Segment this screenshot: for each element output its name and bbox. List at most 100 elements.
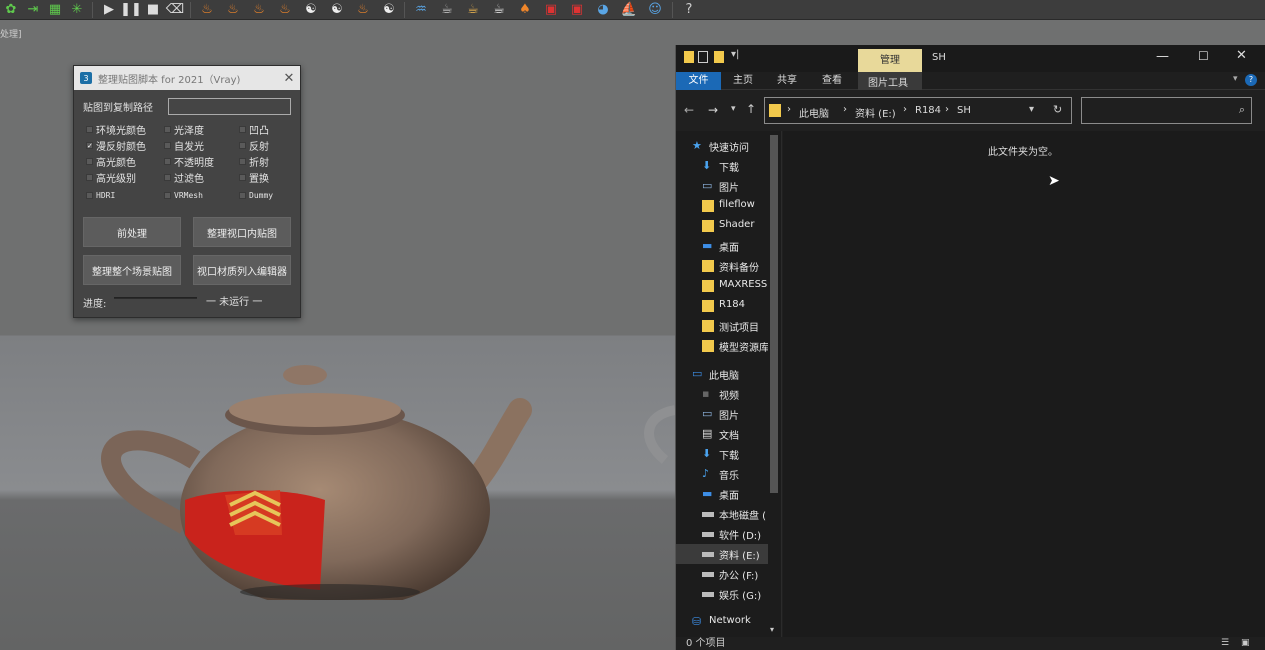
trash-icon[interactable]: ⌫ (164, 0, 186, 20)
preprocess-button[interactable]: 前处理 (83, 217, 181, 247)
nav-item[interactable]: 软件 (D:) (676, 524, 768, 544)
nav-item[interactable]: 办公 (F:) (676, 564, 768, 584)
checkbox-box[interactable] (86, 192, 93, 199)
nav-item[interactable]: ⬇ 下载 (676, 444, 768, 464)
checkbox-box[interactable] (239, 174, 246, 181)
checkbox-opacity[interactable]: 不透明度 (164, 154, 214, 169)
nav-item[interactable]: ▤ 文档 (676, 424, 768, 444)
checkbox-box[interactable] (86, 126, 93, 133)
flame-icon[interactable]: ♨ (248, 0, 270, 20)
teapot-icon[interactable]: ☕ (436, 0, 458, 20)
organize-scene-maps-button[interactable]: 整理整个场景贴图 (83, 255, 181, 285)
path-input[interactable] (168, 98, 291, 115)
quick-access-dropdown-icon[interactable]: ▾| (731, 49, 739, 60)
breadcrumb-r184[interactable]: R184 (915, 105, 941, 116)
expand-ribbon-icon[interactable]: ▾ (1233, 74, 1238, 84)
file-list[interactable]: 此文件夹为空。 ➤ (783, 131, 1265, 637)
tab-picture-tools[interactable]: 图片工具 (858, 72, 922, 90)
nav-item[interactable]: ▬ 桌面 (676, 236, 768, 256)
flame-icon[interactable]: ♨ (196, 0, 218, 20)
nav-item[interactable]: ▭ 图片 (676, 404, 768, 424)
nav-item[interactable]: ♪ 音乐 (676, 464, 768, 484)
nav-item[interactable]: 测试项目 (676, 316, 768, 336)
tab-manage[interactable]: 管理 (858, 49, 922, 72)
checkbox-refraction[interactable]: 折射 (239, 154, 269, 169)
checkbox-vrmesh[interactable]: VRMesh (164, 191, 203, 200)
swirl-icon[interactable]: ☯ (378, 0, 400, 20)
checkbox-box[interactable] (164, 142, 171, 149)
swirl-icon[interactable]: ☯ (326, 0, 348, 20)
viewport-materials-to-editor-button[interactable]: 视口材质列入编辑器 (193, 255, 291, 285)
new-folder-icon[interactable] (714, 51, 724, 63)
checkbox-hdri[interactable]: HDRI (86, 191, 115, 200)
checkbox-box[interactable] (239, 142, 246, 149)
properties-icon[interactable] (698, 51, 708, 63)
checkbox-dummy[interactable]: Dummy (239, 191, 273, 200)
nav-item[interactable]: 模型资源库 (676, 336, 768, 356)
help-icon[interactable]: ? (1245, 74, 1257, 86)
nav-item[interactable]: MAXRESS (676, 276, 768, 296)
move-icon[interactable]: ⇥ (22, 0, 44, 20)
nav-item[interactable]: 资料 (E:) (676, 544, 768, 564)
nav-item[interactable]: 本地磁盘 ( (676, 504, 768, 524)
refresh-icon[interactable]: ↻ (1053, 103, 1062, 116)
close-icon[interactable]: ✕ (278, 71, 300, 86)
chevron-down-icon[interactable]: ▾ (1029, 104, 1034, 115)
stop-icon[interactable]: ■ (142, 0, 164, 20)
search-input[interactable]: ⌕ (1081, 97, 1252, 124)
address-bar[interactable]: › 此电脑 › 资料 (E:) › R184 › SH ▾ ↻ (764, 97, 1072, 124)
nav-item[interactable]: ★ 快速访问 (676, 136, 768, 156)
checkbox-box[interactable] (239, 158, 246, 165)
checkbox-glossiness[interactable]: 光泽度 (164, 122, 204, 137)
water-icon[interactable]: ♒ (410, 0, 432, 20)
cup-icon[interactable]: ☕ (462, 0, 484, 20)
cup-icon[interactable]: ☕ (488, 0, 510, 20)
checkbox-box-checked[interactable]: ✓ (86, 142, 93, 150)
checkbox-ambient-color[interactable]: 环境光颜色 (86, 122, 146, 137)
checkbox-specular-color[interactable]: 高光颜色 (86, 154, 136, 169)
tab-view[interactable]: 查看 (813, 72, 851, 90)
help-icon[interactable]: ? (678, 0, 700, 20)
checkbox-diffuse-color[interactable]: ✓ 漫反射颜色 (86, 138, 146, 153)
face-icon[interactable]: ☺ (644, 0, 666, 20)
checkbox-bump[interactable]: 凹凸 (239, 122, 269, 137)
checkbox-displacement[interactable]: 置换 (239, 170, 269, 185)
back-icon[interactable]: ← (684, 103, 694, 117)
checkbox-reflection[interactable]: 反射 (239, 138, 269, 153)
nav-item[interactable]: ▪ 视频 (676, 384, 768, 404)
play-icon[interactable]: ▶ (98, 0, 120, 20)
checkbox-box[interactable] (239, 192, 246, 199)
nav-scrollbar[interactable] (770, 135, 778, 493)
burst-icon[interactable]: ✳ (66, 0, 88, 20)
checkbox-box[interactable] (164, 174, 171, 181)
details-view-icon[interactable]: ☰ (1221, 637, 1229, 650)
cube-icon[interactable]: ▣ (566, 0, 588, 20)
nav-item[interactable]: R184 (676, 296, 768, 316)
large-icons-view-icon[interactable]: ▣ (1241, 637, 1250, 650)
dialog-titlebar[interactable]: 3 整理贴图脚本 for 2021（Vray) ✕ (74, 66, 300, 90)
sphere-icon[interactable]: ◕ (592, 0, 614, 20)
checkbox-filter-color[interactable]: 过滤色 (164, 170, 204, 185)
swirl-icon[interactable]: ☯ (300, 0, 322, 20)
flame-icon[interactable]: ♨ (352, 0, 374, 20)
nav-item[interactable]: 娱乐 (G:) (676, 584, 768, 604)
flame-icon[interactable]: ♨ (222, 0, 244, 20)
nav-item[interactable]: 资料备份 (676, 256, 768, 276)
teapot-icon[interactable]: ✿ (0, 0, 22, 20)
checkbox-self-illumination[interactable]: 自发光 (164, 138, 204, 153)
checkbox-box[interactable] (164, 158, 171, 165)
checkbox-box[interactable] (164, 126, 171, 133)
breadcrumb-drive-e[interactable]: 资料 (E:) (855, 105, 896, 120)
checkbox-box[interactable] (239, 126, 246, 133)
recent-dropdown-icon[interactable]: ▾ (731, 104, 736, 114)
maximize-icon[interactable]: ☐ (1198, 49, 1209, 63)
cube-icon[interactable]: ▣ (540, 0, 562, 20)
explorer-titlebar[interactable]: ▾| SH — ☐ ✕ (676, 45, 1265, 72)
nav-item[interactable]: ▬ 桌面 (676, 484, 768, 504)
nav-item[interactable]: fileflow (676, 196, 768, 216)
organize-viewport-maps-button[interactable]: 整理视口内贴图 (193, 217, 291, 247)
checkbox-box[interactable] (164, 192, 171, 199)
checkbox-box[interactable] (86, 158, 93, 165)
up-icon[interactable]: ↑ (746, 102, 756, 116)
tab-file[interactable]: 文件 (676, 72, 721, 90)
